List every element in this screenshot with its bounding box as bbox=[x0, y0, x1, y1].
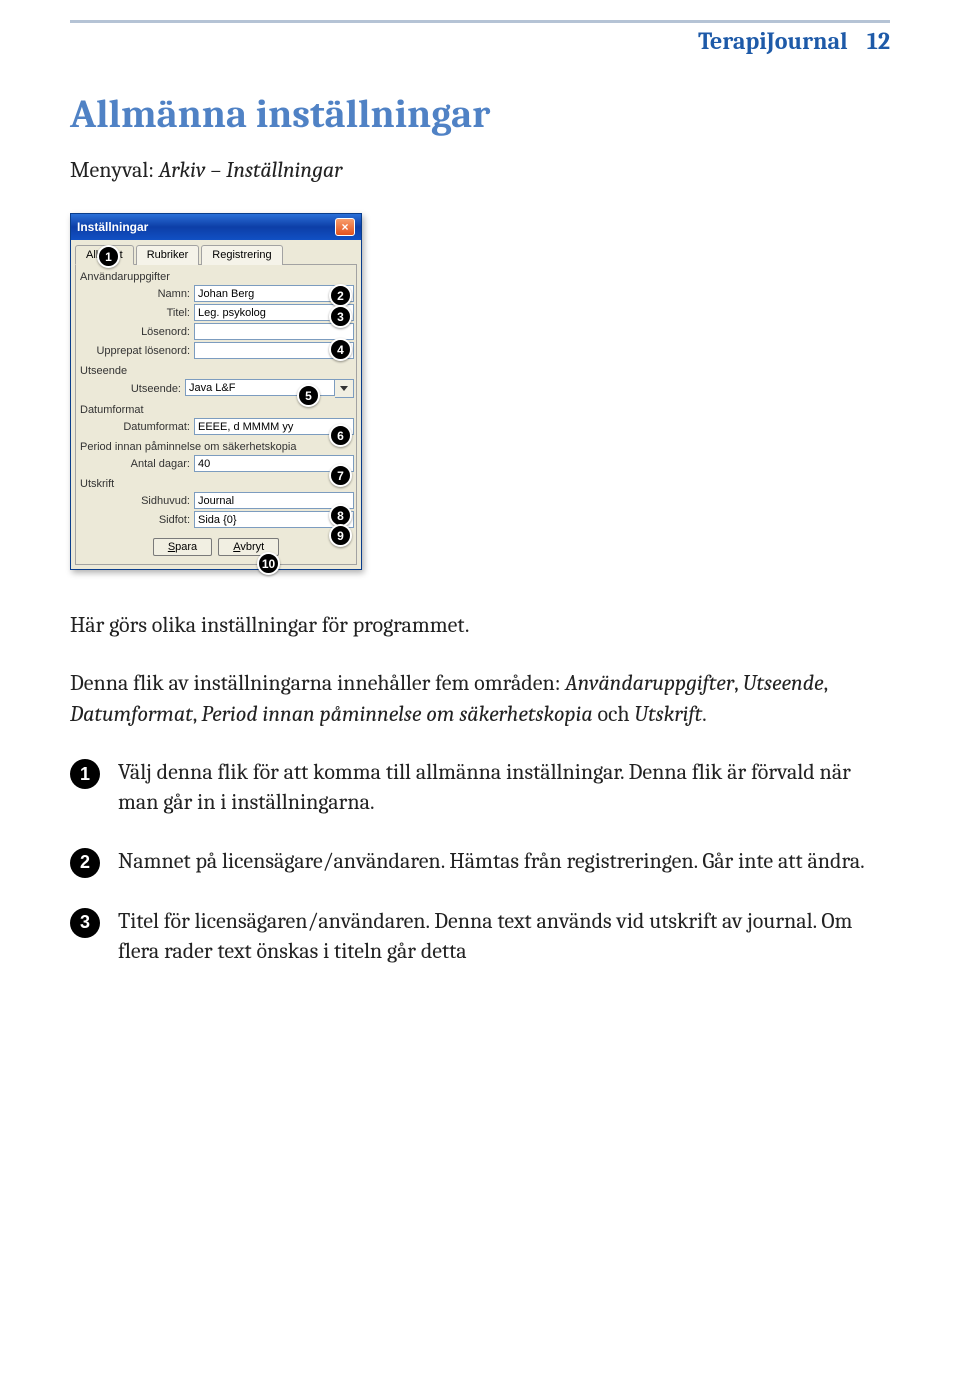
list-item-3: 3 Titel för licensägaren/användaren. Den… bbox=[70, 906, 890, 967]
tab-registrering[interactable]: Registrering bbox=[201, 245, 282, 265]
print-header-field[interactable] bbox=[194, 492, 354, 509]
intro-p2: Denna flik av inställningarna innehåller… bbox=[70, 668, 890, 729]
chevron-down-icon bbox=[340, 386, 348, 392]
badge-9: 9 bbox=[329, 524, 352, 547]
close-icon: × bbox=[341, 221, 348, 233]
list-text-3: Titel för licensägaren/användaren. Denna… bbox=[118, 906, 890, 967]
password-field[interactable] bbox=[194, 323, 354, 340]
intro-em3: Datumformat bbox=[70, 701, 193, 727]
section-title: Allmänna inställningar bbox=[70, 91, 890, 137]
legend-print: Utskrift bbox=[78, 474, 354, 490]
header-title: TerapiJournal bbox=[698, 27, 847, 55]
intro-em4: Period innan påminnelse om säkerhetskopi… bbox=[201, 701, 592, 727]
label-appearance: Utseende: bbox=[78, 383, 185, 395]
badge-3: 3 bbox=[329, 305, 352, 328]
label-title: Titel: bbox=[78, 307, 194, 319]
menu-path-label: Menyval: bbox=[70, 157, 159, 183]
badge-2: 2 bbox=[329, 284, 352, 307]
legend-user: Användaruppgifter bbox=[78, 267, 354, 283]
badge-4: 4 bbox=[329, 338, 352, 361]
badge-10: 10 bbox=[257, 552, 280, 575]
legend-backup: Period innan påminnelse om säkerhetskopi… bbox=[78, 437, 354, 453]
label-dateformat: Datumformat: bbox=[78, 421, 194, 433]
intro-em2: Utseende bbox=[743, 670, 824, 696]
list-item-2: 2 Namnet på licensägare/användaren. Hämt… bbox=[70, 846, 890, 878]
intro-p2-e: och bbox=[593, 701, 635, 727]
settings-dialog: Inställningar × Allmänt Rubriker Registr… bbox=[70, 213, 362, 570]
appearance-dropdown-button[interactable] bbox=[335, 379, 354, 398]
badge-6: 6 bbox=[329, 424, 352, 447]
badge-1: 1 bbox=[97, 245, 120, 268]
label-print-footer: Sidfot: bbox=[78, 514, 194, 526]
dialog-title: Inställningar bbox=[77, 220, 148, 234]
list-badge-3: 3 bbox=[70, 908, 100, 938]
intro-p2-f: . bbox=[702, 701, 707, 727]
save-button[interactable]: Spara bbox=[153, 538, 212, 556]
header-page-number: 12 bbox=[867, 27, 890, 55]
menu-path: Menyval: Arkiv – Inställningar bbox=[70, 157, 890, 183]
legend-appearance: Utseende bbox=[78, 361, 354, 377]
list-badge-1: 1 bbox=[70, 759, 100, 789]
dialog-body: Allmänt Rubriker Registrering Användarup… bbox=[71, 240, 361, 569]
badge-5: 5 bbox=[297, 384, 320, 407]
intro-em1: Användaruppgifter bbox=[565, 670, 734, 696]
label-password2: Upprepat lösenord: bbox=[78, 345, 194, 357]
intro-p2-c: , bbox=[824, 670, 828, 696]
list-item-1: 1 Välj denna flik för att komma till all… bbox=[70, 757, 890, 818]
intro-p2-b: , bbox=[734, 670, 743, 696]
save-button-rest: para bbox=[175, 541, 197, 553]
list-text-2: Namnet på licensägare/användaren. Hämtas… bbox=[118, 846, 865, 878]
menu-path-value: Arkiv – Inställningar bbox=[159, 157, 343, 183]
intro-line1: Här görs olika inställningar för program… bbox=[70, 610, 890, 640]
tab-rubriker[interactable]: Rubriker bbox=[136, 245, 200, 265]
tab-panel: Användaruppgifter Namn: Titel: Lösenord:… bbox=[75, 264, 357, 565]
close-button[interactable]: × bbox=[335, 218, 355, 236]
list-text-1: Välj denna flik för att komma till allmä… bbox=[118, 757, 890, 818]
label-name: Namn: bbox=[78, 288, 194, 300]
intro-p2-a: Denna flik av inställningarna innehåller… bbox=[70, 670, 565, 696]
page-header: TerapiJournal 12 bbox=[70, 20, 890, 55]
dialog-titlebar: Inställningar × bbox=[71, 214, 361, 240]
label-backup-days: Antal dagar: bbox=[78, 458, 194, 470]
badge-7: 7 bbox=[329, 464, 352, 487]
label-password: Lösenord: bbox=[78, 326, 194, 338]
intro-em5: Utskrift bbox=[634, 701, 702, 727]
cancel-button-rest: vbryt bbox=[240, 541, 264, 553]
label-print-header: Sidhuvud: bbox=[78, 495, 194, 507]
list-badge-2: 2 bbox=[70, 848, 100, 878]
